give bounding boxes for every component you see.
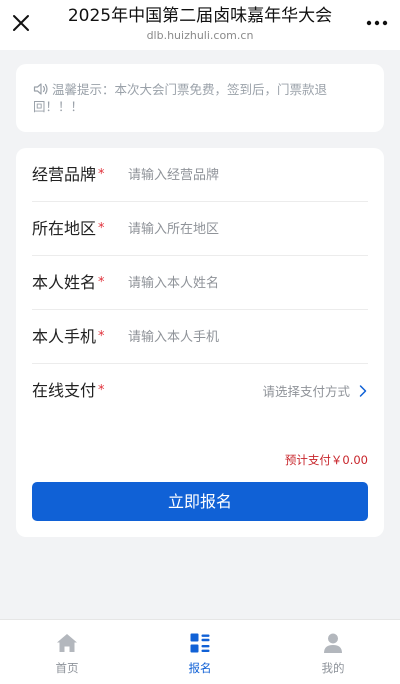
region-input[interactable]: [128, 216, 358, 242]
field-label: 本人手机: [32, 327, 97, 346]
speaker-icon: [33, 83, 48, 95]
page-domain: dlb.huizhuli.com.cn: [146, 29, 254, 42]
registration-form: 经营品牌 * 所在地区 * 本人姓名 * 本人手机 * 在线支付 * 请选择支付…: [16, 148, 384, 537]
notice-text: 温馨提示：本次大会门票免费，签到后，门票款退回！！！: [33, 82, 328, 114]
required-mark: *: [98, 383, 105, 398]
required-mark: *: [98, 221, 105, 236]
top-bar: 2025年中国第二届卤味嘉年华大会 dlb.huizhuli.com.cn: [0, 0, 400, 50]
tab-register[interactable]: 报名: [133, 620, 267, 684]
tab-label: 报名: [188, 661, 212, 675]
grid-list-icon: [190, 633, 210, 653]
register-button[interactable]: 立即报名: [32, 482, 368, 521]
tab-label: 我的: [321, 661, 345, 675]
required-mark: *: [98, 275, 105, 290]
estimated-total: 预计支付￥0.00: [284, 453, 368, 467]
user-icon: [324, 633, 342, 653]
field-phone: 本人手机 *: [32, 310, 368, 364]
close-icon[interactable]: [8, 10, 34, 36]
required-mark: *: [98, 329, 105, 344]
chevron-right-icon: [359, 385, 367, 397]
payment-method-select[interactable]: 在线支付 * 请选择支付方式: [32, 364, 368, 418]
more-icon[interactable]: [364, 12, 390, 34]
field-brand: 经营品牌 *: [32, 148, 368, 202]
field-label: 本人姓名: [32, 273, 97, 292]
name-input[interactable]: [128, 270, 358, 296]
field-name: 本人姓名 *: [32, 256, 368, 310]
tab-profile[interactable]: 我的: [266, 620, 400, 684]
brand-input[interactable]: [128, 162, 358, 188]
page-title: 2025年中国第二届卤味嘉年华大会: [67, 6, 333, 26]
home-icon: [57, 634, 77, 652]
tab-bar: 首页 报名 我的: [0, 619, 400, 684]
field-label: 经营品牌: [32, 165, 97, 184]
tab-label: 首页: [55, 661, 79, 675]
tab-home[interactable]: 首页: [0, 620, 134, 684]
phone-input[interactable]: [128, 324, 358, 350]
field-label: 在线支付: [32, 381, 97, 400]
notice-card: 温馨提示：本次大会门票免费，签到后，门票款退回！！！: [16, 64, 384, 132]
field-label: 所在地区: [32, 219, 97, 238]
payment-placeholder: 请选择支付方式: [262, 384, 350, 399]
required-mark: *: [98, 167, 105, 182]
field-region: 所在地区 *: [32, 202, 368, 256]
